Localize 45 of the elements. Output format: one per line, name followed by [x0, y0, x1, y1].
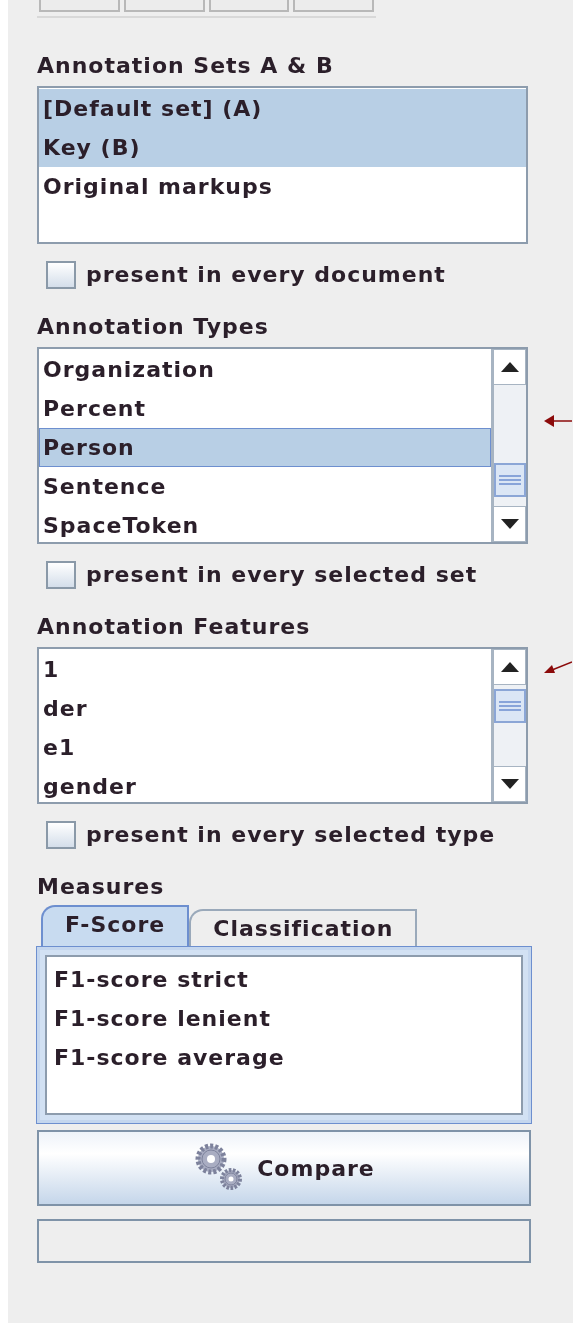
- tab[interactable]: F-Score: [41, 905, 190, 947]
- scroll-thumb[interactable]: [494, 689, 526, 723]
- checkbox[interactable]: [46, 260, 76, 289]
- list-item[interactable]: der: [39, 689, 491, 728]
- toolbar-button[interactable]: [208, 0, 290, 12]
- toolbar-button[interactable]: [39, 0, 120, 12]
- section-heading: Annotation Types: [37, 313, 270, 341]
- arrow-icon: [544, 413, 572, 429]
- list-item[interactable]: 1: [39, 650, 491, 689]
- list-item[interactable]: F1-score strict: [53, 959, 515, 998]
- checkbox-label: present in every selected type: [86, 821, 496, 849]
- scroll-down-button[interactable]: [493, 766, 526, 802]
- list-item[interactable]: [Default set] (A): [39, 89, 526, 128]
- scroll-down-button[interactable]: [493, 506, 526, 542]
- list-item[interactable]: Original markups: [39, 167, 526, 206]
- checkbox-label: present in every document: [86, 261, 446, 289]
- list-item[interactable]: SpaceToken: [39, 506, 491, 542]
- list-item[interactable]: Percent: [39, 389, 491, 428]
- section-heading: Measures: [37, 873, 166, 901]
- scroll-up-button[interactable]: [493, 649, 526, 685]
- section-heading: Annotation Features: [37, 613, 312, 641]
- up-triangle-icon: [500, 362, 519, 372]
- list-item[interactable]: Key (B): [39, 128, 526, 167]
- scroll-up-button[interactable]: [493, 349, 526, 385]
- list-item[interactable]: gender: [39, 767, 491, 802]
- checkbox[interactable]: [46, 820, 76, 849]
- compare-button[interactable]: Compare: [37, 1130, 531, 1206]
- tab[interactable]: Classification: [189, 909, 418, 947]
- down-triangle-icon: [500, 779, 519, 789]
- checkbox[interactable]: [46, 560, 76, 589]
- list-item[interactable]: F1-score lenient: [53, 998, 515, 1037]
- list-item[interactable]: F1-score average: [53, 1037, 515, 1076]
- up-triangle-icon: [500, 662, 519, 672]
- list-item[interactable]: e1: [39, 728, 491, 767]
- down-triangle-icon: [500, 519, 519, 529]
- list-item[interactable]: Sentence: [39, 467, 491, 506]
- toolbar-button[interactable]: [293, 0, 374, 12]
- checkbox-label: present in every selected set: [86, 561, 478, 589]
- grip-icon: [499, 701, 521, 711]
- scroll-thumb[interactable]: [494, 463, 526, 497]
- section-heading: Annotation Sets A & B: [37, 52, 335, 80]
- grip-icon: [499, 475, 521, 485]
- list-item[interactable]: Person: [39, 428, 491, 467]
- list-item[interactable]: Organization: [39, 350, 491, 389]
- toolbar-button[interactable]: [123, 0, 205, 12]
